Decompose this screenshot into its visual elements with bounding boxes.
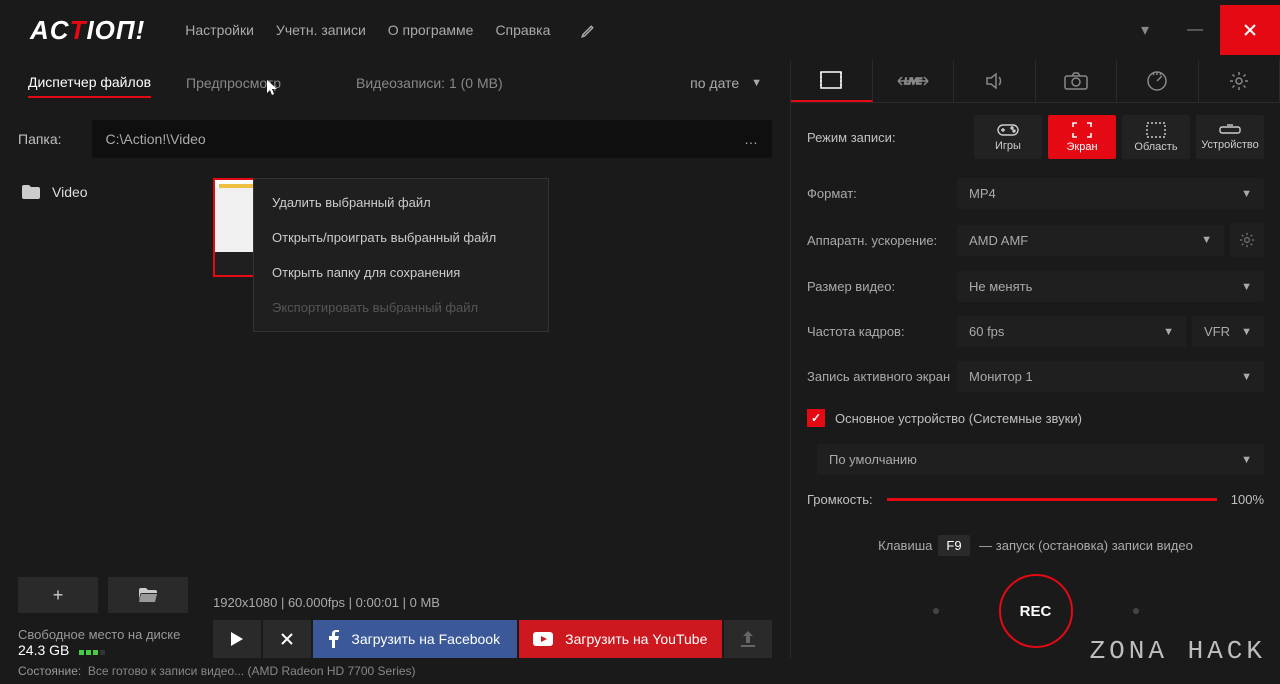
mode-games[interactable]: Игры (974, 115, 1042, 159)
accel-select[interactable]: AMD AMF▼ (957, 225, 1224, 256)
fps-label: Частота кадров: (807, 324, 957, 339)
nav-dot-right[interactable] (1133, 608, 1139, 614)
volume-value: 100% (1231, 492, 1264, 507)
upload-button[interactable] (724, 620, 772, 658)
hotkey-hint: КлавишаF9 — запуск (остановка) записи ви… (791, 517, 1280, 566)
fps-select[interactable]: 60 fps▼ (957, 316, 1186, 347)
audio-device-select[interactable]: По умолчанию▼ (817, 444, 1264, 475)
menu-about[interactable]: О программе (388, 22, 474, 38)
size-label: Размер видео: (807, 279, 957, 294)
watermark: ZONA HACK (1090, 636, 1266, 666)
youtube-icon (533, 632, 553, 646)
monitor-select[interactable]: Монитор 1▼ (957, 361, 1264, 392)
ctx-open-play[interactable]: Открыть/проиграть выбранный файл (254, 220, 548, 255)
folder-path-input[interactable]: C:\Action!\Video … (92, 120, 772, 158)
app-logo: ACTIOП! (30, 15, 145, 46)
thumbnail-gallery: Action Удалить выбранный файл Открыть/пр… (193, 178, 772, 577)
upload-youtube-button[interactable]: Загрузить на YouTube (519, 620, 723, 658)
menu-settings[interactable]: Настройки (185, 22, 254, 38)
volume-label: Громкость: (807, 492, 873, 507)
gamepad-icon (997, 123, 1019, 137)
mode-screen[interactable]: Экран (1048, 115, 1116, 159)
open-folder-button[interactable] (108, 577, 188, 613)
draw-icon[interactable] (580, 21, 598, 39)
ctx-delete[interactable]: Удалить выбранный файл (254, 185, 548, 220)
context-menu: Удалить выбранный файл Открыть/проиграть… (253, 178, 549, 332)
main-menu: Настройки Учетн. записи О программе Спра… (185, 22, 550, 38)
menu-help[interactable]: Справка (495, 22, 550, 38)
capture-mode-tabs: LIVE (791, 60, 1280, 103)
play-button[interactable] (213, 620, 261, 658)
minimize-button[interactable]: — (1170, 5, 1220, 55)
content-tabs: Диспетчер файлов Предпросмотр Видеозапис… (18, 60, 772, 106)
sidebar-item-video[interactable]: Video (18, 178, 193, 206)
more-icon[interactable]: … (744, 131, 758, 147)
tab-audio-capture[interactable] (954, 60, 1036, 102)
facebook-icon (329, 630, 339, 648)
folder-sidebar: Video (18, 178, 193, 577)
region-icon (1146, 122, 1166, 138)
mode-region[interactable]: Область (1122, 115, 1190, 159)
sort-dropdown[interactable]: по дате▼ (690, 75, 762, 91)
svg-text:LIVE: LIVE (904, 77, 922, 86)
left-panel: Диспетчер файлов Предпросмотр Видеозапис… (0, 60, 790, 658)
status-label: Состояние: (18, 664, 81, 678)
tab-benchmark[interactable] (1117, 60, 1199, 102)
active-screen-label: Запись активного экран (807, 369, 957, 384)
fullscreen-icon (1072, 122, 1092, 138)
delete-button[interactable] (263, 620, 311, 658)
vfr-select[interactable]: VFR▼ (1192, 316, 1264, 347)
ctx-export: Экспортировать выбранный файл (254, 290, 548, 325)
window-controls: ▾ — (1120, 5, 1280, 55)
tab-settings[interactable] (1199, 60, 1280, 102)
hotkey-key: F9 (938, 535, 969, 556)
tab-screenshot[interactable] (1036, 60, 1118, 102)
disk-space-value: 24.3 GB (18, 642, 69, 658)
volume-slider[interactable] (887, 498, 1217, 501)
format-label: Формат: (807, 186, 957, 201)
accel-label: Аппаратн. ускорение: (807, 233, 957, 248)
tray-button[interactable]: ▾ (1120, 5, 1170, 55)
disk-indicator (79, 643, 107, 658)
ctx-open-folder[interactable]: Открыть папку для сохранения (254, 255, 548, 290)
system-audio-label: Основное устройство (Системные звуки) (835, 411, 1082, 426)
disk-space-label: Свободное место на диске (18, 627, 193, 642)
add-folder-button[interactable]: + (18, 577, 98, 613)
size-select[interactable]: Не менять▼ (957, 271, 1264, 302)
status-text: Все готово к записи видео... (AMD Radeon… (88, 664, 416, 678)
folder-icon (22, 185, 40, 199)
upload-facebook-button[interactable]: Загрузить на Facebook (313, 620, 517, 658)
mode-device[interactable]: Устройство (1196, 115, 1264, 159)
format-select[interactable]: MP4▼ (957, 178, 1264, 209)
recordings-count: Видеозаписи: 1 (0 MB) (356, 69, 503, 97)
menu-accounts[interactable]: Учетн. записи (276, 22, 366, 38)
status-bar: Состояние: Все готово к записи видео... … (0, 658, 1280, 684)
accel-settings-button[interactable] (1230, 223, 1264, 257)
system-audio-checkbox[interactable]: ✓ (807, 409, 825, 427)
tab-video-capture[interactable] (791, 60, 873, 102)
title-bar: ACTIOП! Настройки Учетн. записи О програ… (0, 0, 1280, 60)
tab-file-manager[interactable]: Диспетчер файлов (28, 68, 151, 98)
tab-live-stream[interactable]: LIVE (873, 60, 955, 102)
record-mode-label: Режим записи: (807, 130, 896, 145)
close-button[interactable] (1220, 5, 1280, 55)
cursor-icon (267, 80, 279, 96)
video-metadata: 1920x1080 | 60.000fps | 0:00:01 | 0 MB (213, 587, 772, 620)
right-panel: LIVE Режим записи: Игры (790, 60, 1280, 658)
record-button[interactable]: REC (999, 574, 1073, 648)
nav-dot-left[interactable] (933, 608, 939, 614)
device-icon (1219, 124, 1241, 136)
folder-label: Папка: (18, 131, 62, 147)
